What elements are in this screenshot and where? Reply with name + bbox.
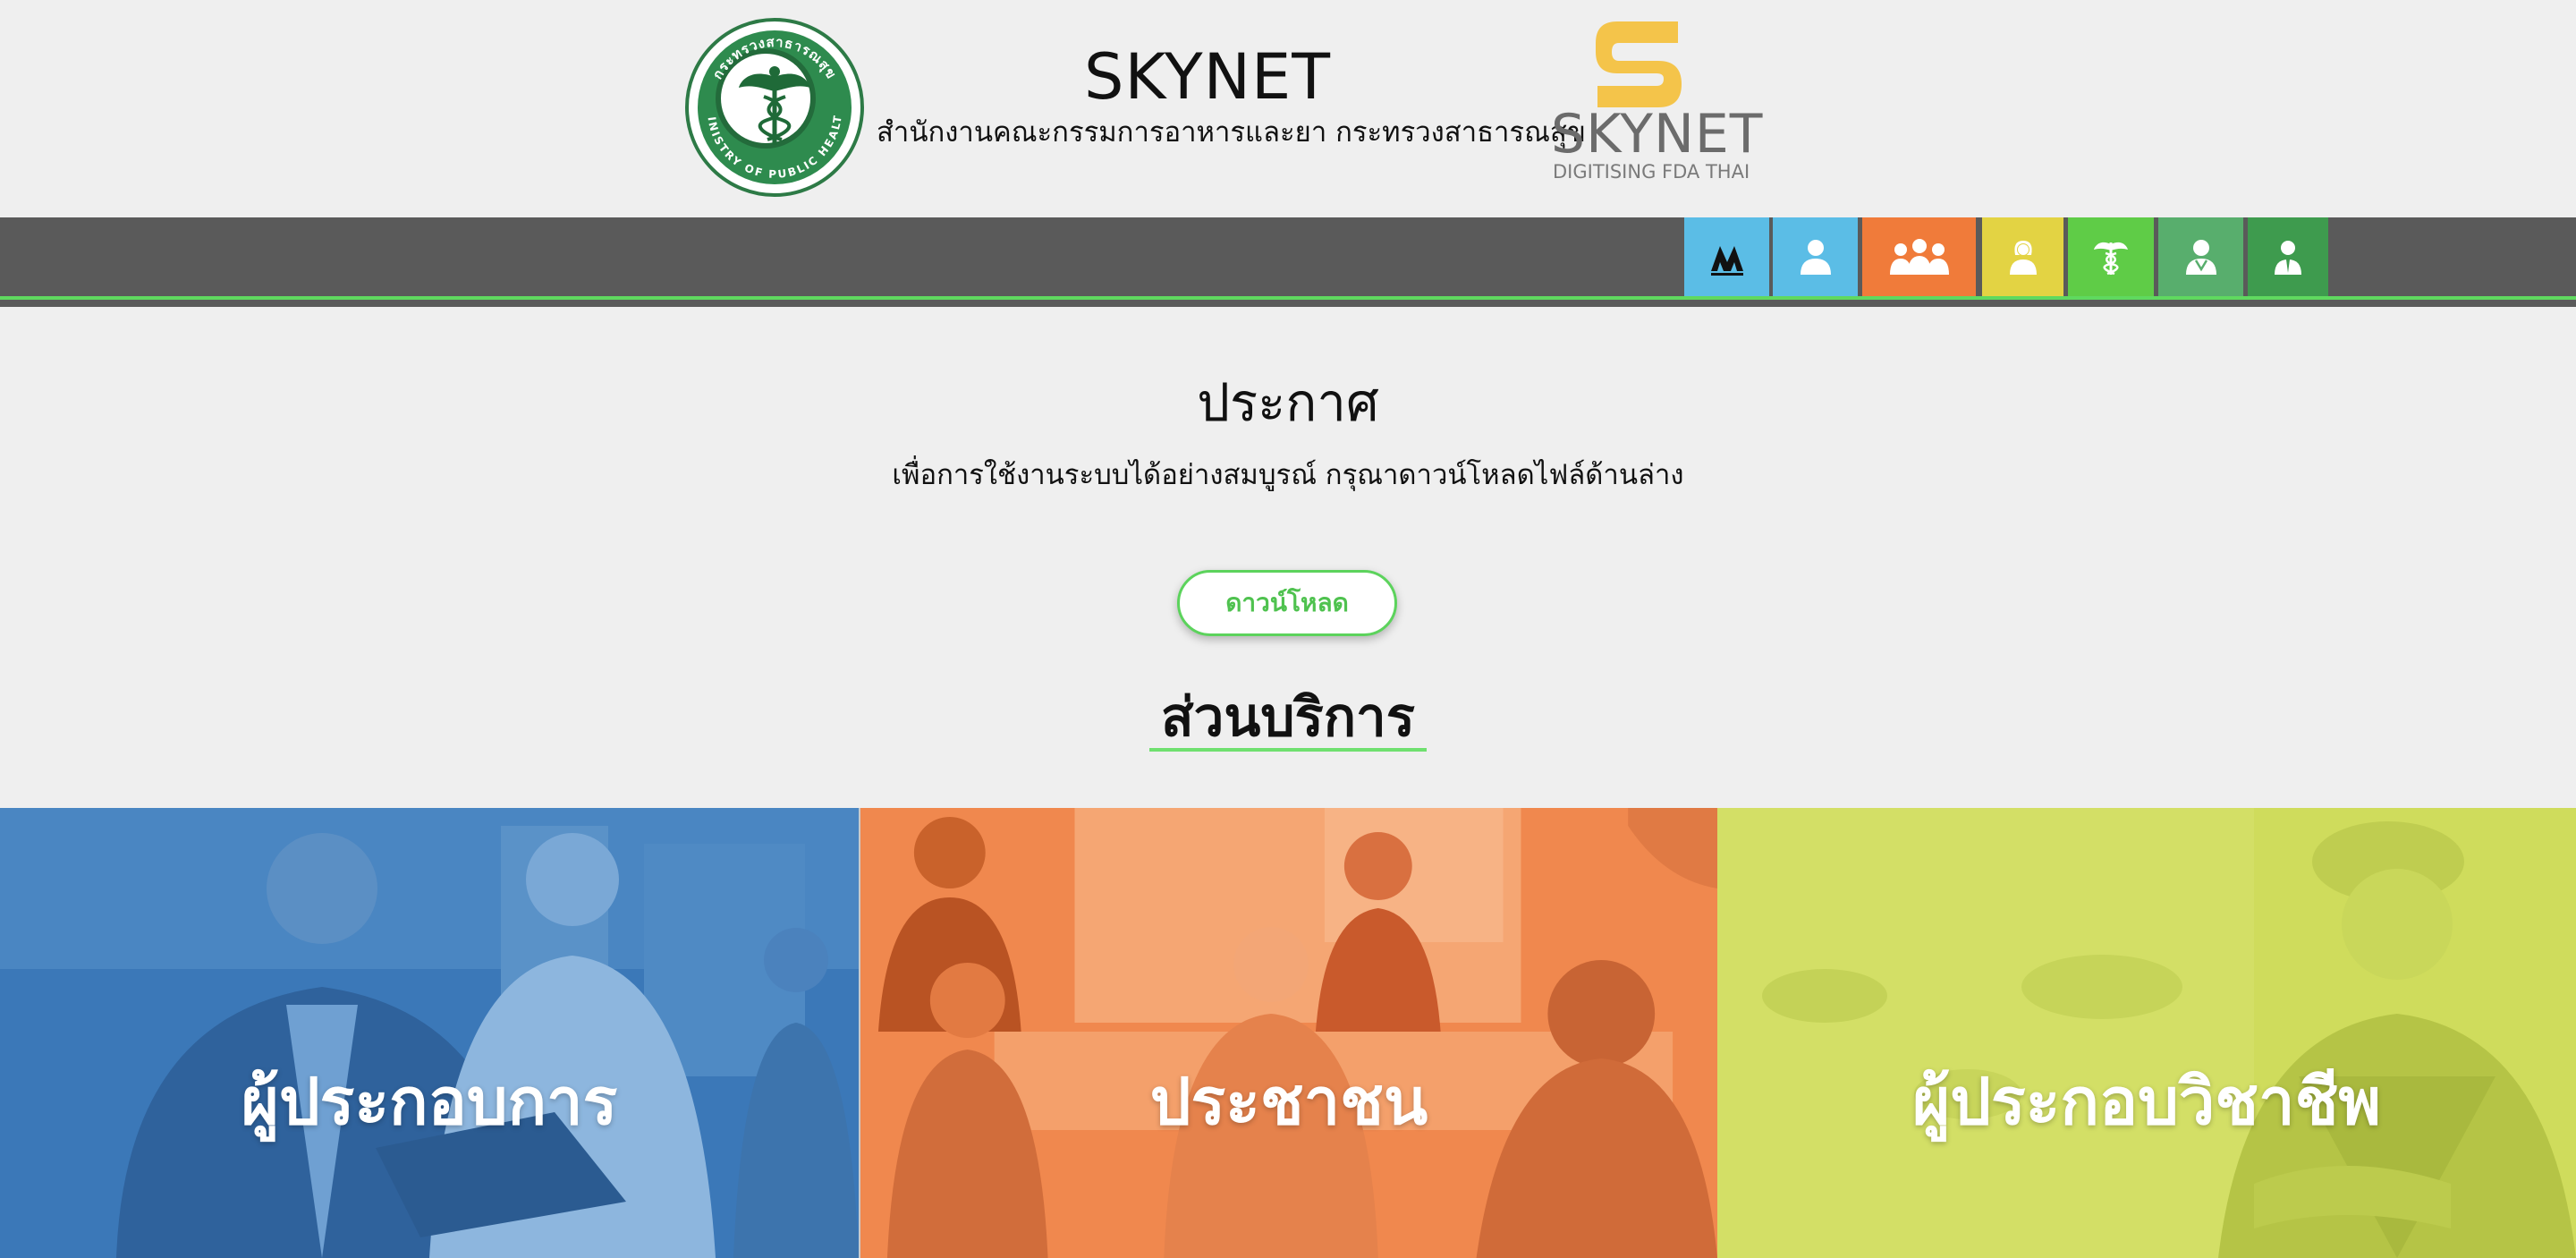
caduceus-icon	[2094, 242, 2128, 276]
agency-logo-icon	[1710, 246, 1743, 276]
brand-name: SKYNET	[1551, 103, 1764, 166]
service-card-label: ผู้ประกอบการ	[241, 1064, 618, 1139]
woman-icon	[2009, 241, 2037, 275]
announcement-title: ประกาศ	[1197, 372, 1379, 433]
nav-bar-accent-line	[0, 296, 2576, 300]
service-card-entrepreneur[interactable]: ผู้ประกอบการ	[0, 808, 859, 1258]
service-card-label: ผู้ประกอบวิชาชีพ	[1912, 1064, 2381, 1139]
nav-tile-group[interactable]	[1862, 217, 1976, 296]
officer-icon	[2275, 241, 2301, 275]
nav-tile-doctor[interactable]	[2158, 217, 2243, 296]
doctor-icon	[2185, 240, 2216, 275]
nav-tile-officer[interactable]	[2248, 217, 2328, 296]
download-button[interactable]: ดาวน์โหลด	[1177, 570, 1397, 636]
brand-tagline: DIGITISING FDA THAI	[1553, 161, 1750, 183]
service-card-label: ประชาชน	[1149, 1064, 1428, 1139]
site-subtitle: สำนักงานคณะกรรมการอาหารและยา กระทรวงสาธา…	[877, 116, 1586, 149]
person-icon	[1800, 240, 1831, 275]
ministry-seal-logo: กระทรวงสาธารณสุข MINISTRY OF PUBLIC HEAL…	[685, 18, 864, 197]
services-section-title: ส่วนบริการ	[1161, 686, 1415, 749]
nav-tile-person[interactable]	[1773, 217, 1858, 296]
nav-tile-agency[interactable]	[1684, 217, 1769, 296]
site-title: SKYNET	[1084, 40, 1331, 114]
service-card-professional[interactable]: ผู้ประกอบวิชาชีพ	[1717, 808, 2576, 1258]
services-title-underline	[1149, 748, 1427, 752]
service-card-public[interactable]: ประชาชน	[859, 808, 1717, 1258]
nav-tile-woman[interactable]	[1982, 217, 2063, 296]
group-icon	[1889, 239, 1949, 275]
nav-tile-medical[interactable]	[2068, 217, 2154, 296]
site-header: กระทรวงสาธารณสุข MINISTRY OF PUBLIC HEAL…	[0, 0, 2576, 217]
announcement-text: เพื่อการใช้งานระบบได้อย่างสมบูรณ์ กรุณาด…	[892, 459, 1684, 491]
caduceus-emblem-icon: กระทรวงสาธารณสุข MINISTRY OF PUBLIC HEAL…	[689, 21, 843, 181]
